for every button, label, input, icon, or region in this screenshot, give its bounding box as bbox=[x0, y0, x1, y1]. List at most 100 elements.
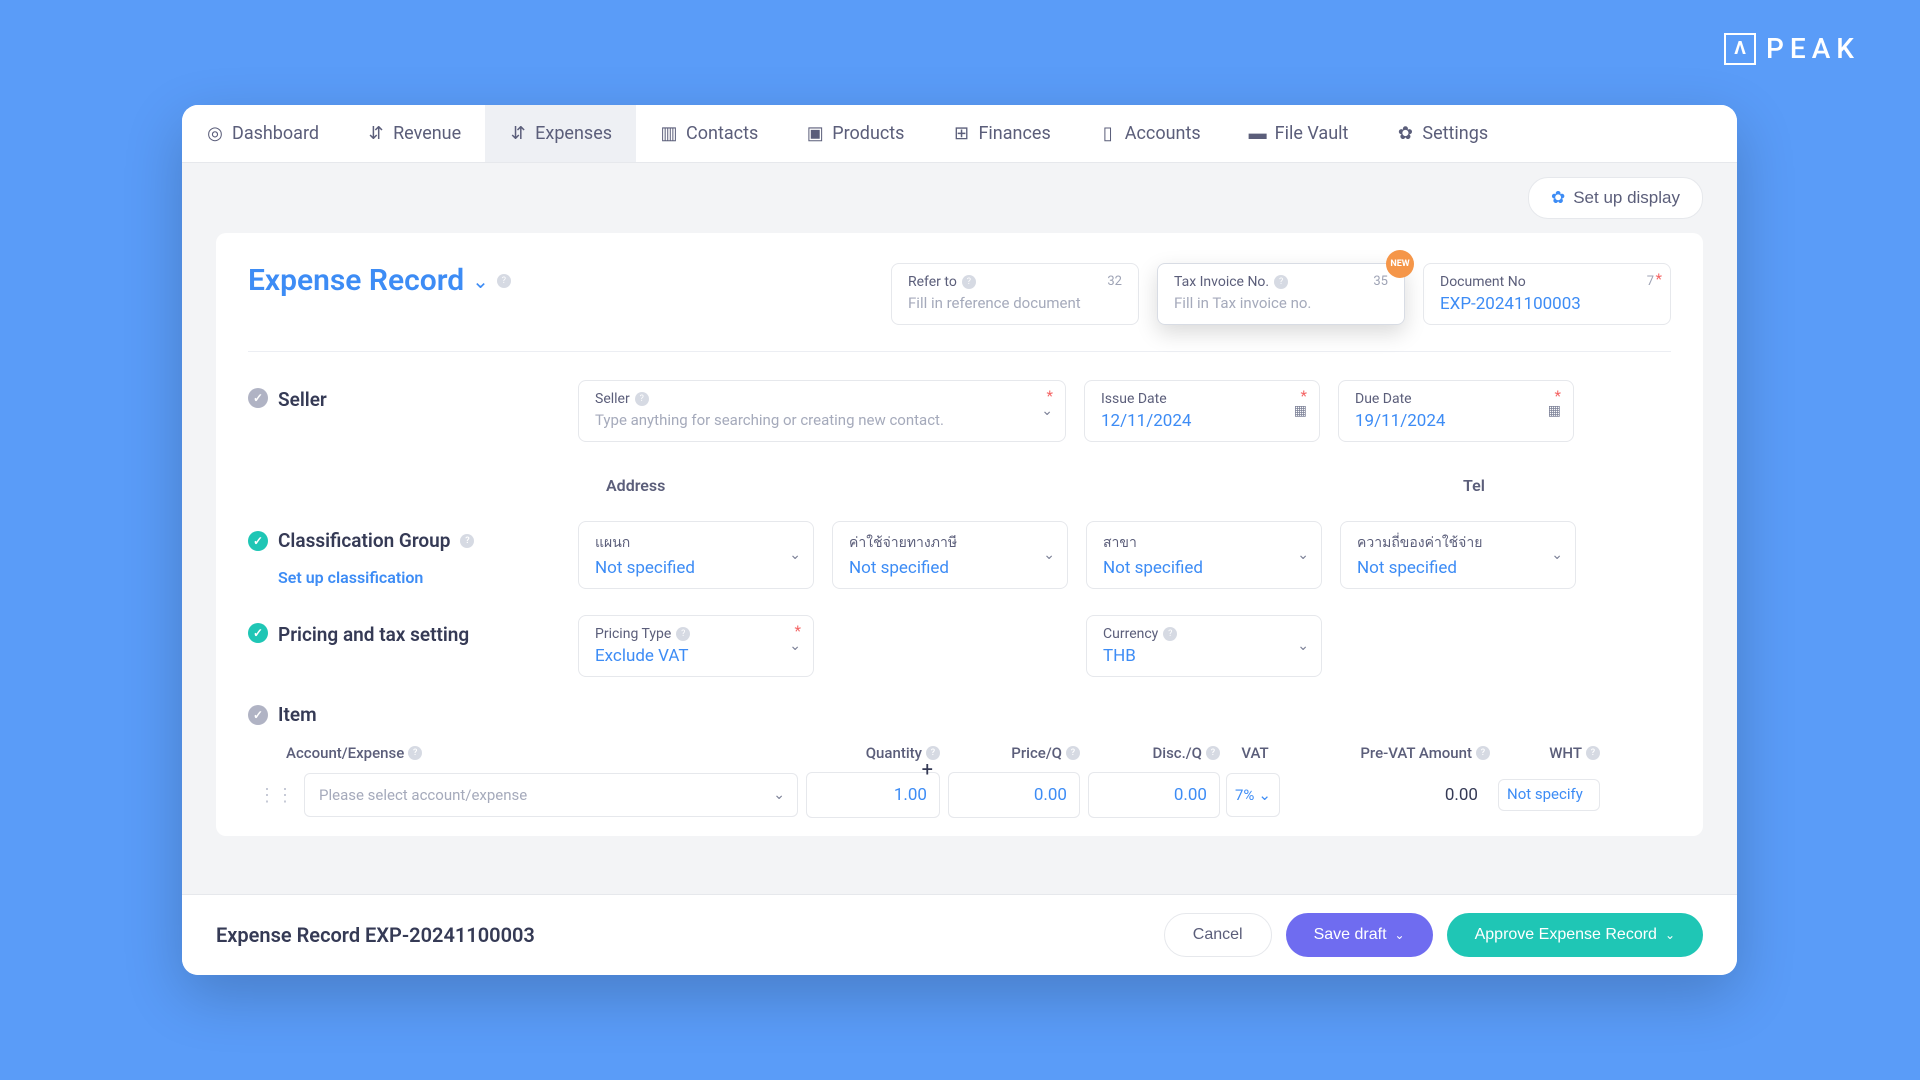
classification-field-0[interactable]: แผนก Not specified ⌄ bbox=[578, 521, 814, 589]
nav-products[interactable]: ▣ Products bbox=[782, 105, 928, 162]
refer-to-box[interactable]: Refer to? 32 Fill in reference document bbox=[891, 263, 1139, 325]
footer-bar: Expense Record EXP-20241100003 Cancel Sa… bbox=[182, 894, 1737, 975]
chevron-down-icon[interactable]: ⌄ bbox=[789, 547, 801, 563]
nav-settings[interactable]: ✿ Settings bbox=[1372, 105, 1512, 162]
setup-display-button[interactable]: ✿ Set up display bbox=[1528, 177, 1703, 219]
expense-card: Expense Record ⌄ ? Refer to? 32 Fill in … bbox=[216, 233, 1703, 836]
toolbar: ✿ Set up display bbox=[182, 163, 1737, 233]
issue-date-field[interactable]: * Issue Date 12/11/2024 ▦ bbox=[1084, 380, 1320, 442]
pricing-section-label: Pricing and tax setting bbox=[278, 623, 469, 646]
field-value: Not specified bbox=[1103, 558, 1305, 578]
pricing-type-field[interactable]: * Pricing Type? Exclude VAT ⌄ bbox=[578, 615, 814, 677]
chevron-down-icon: ⌄ bbox=[773, 787, 785, 803]
calendar-icon[interactable]: ▦ bbox=[1548, 403, 1561, 419]
chevron-down-icon: ⌄ bbox=[1258, 786, 1271, 804]
gauge-icon: ◎ bbox=[206, 125, 224, 143]
seller-field[interactable]: * Seller? Type anything for searching or… bbox=[578, 380, 1066, 442]
setup-display-label: Set up display bbox=[1573, 188, 1680, 208]
th-label: Account/Expense bbox=[286, 744, 404, 762]
check-icon: ✓ bbox=[248, 388, 268, 408]
tax-invoice-box[interactable]: NEW Tax Invoice No.? 35 Fill in Tax invo… bbox=[1157, 263, 1405, 325]
chevron-down-icon: ⌄ bbox=[1395, 928, 1405, 942]
due-date-field[interactable]: * Due Date 19/11/2024 ▦ bbox=[1338, 380, 1574, 442]
nav-revenue[interactable]: ⇵Revenue bbox=[343, 105, 485, 162]
th-label: Price/Q bbox=[1011, 744, 1062, 762]
th-label: Quantity bbox=[866, 744, 922, 762]
setup-classification-link[interactable]: Set up classification bbox=[278, 568, 423, 587]
docno-value: EXP-20241100003 bbox=[1440, 294, 1654, 314]
nav-label: Finances bbox=[978, 123, 1050, 144]
check-icon: ✓ bbox=[248, 531, 268, 551]
docno-label: Document No bbox=[1440, 274, 1526, 290]
help-icon: ? bbox=[1206, 746, 1220, 760]
brand-icon: Λ bbox=[1724, 33, 1756, 65]
price-input[interactable]: 0.00 bbox=[948, 772, 1080, 818]
account-select[interactable]: Please select account/expense⌄ bbox=[304, 773, 798, 817]
approve-button[interactable]: Approve Expense Record⌄ bbox=[1447, 913, 1703, 957]
address-label: Address bbox=[592, 468, 1066, 495]
th-label: Disc./Q bbox=[1152, 744, 1202, 762]
content-area: Expense Record ⌄ ? Refer to? 32 Fill in … bbox=[182, 233, 1737, 894]
chevron-down-icon[interactable]: ⌄ bbox=[1297, 547, 1309, 563]
nav-label: Settings bbox=[1422, 123, 1488, 144]
nav-label: Expenses bbox=[535, 123, 612, 144]
field-value: Not specified bbox=[1357, 558, 1559, 578]
help-icon[interactable]: ? bbox=[497, 274, 511, 288]
issue-date-value: 12/11/2024 bbox=[1101, 411, 1303, 431]
nav-expenses[interactable]: ⇵Expenses bbox=[485, 105, 636, 162]
item-row: ⋮⋮ Please select account/expense⌄ +1.00 … bbox=[248, 772, 1671, 818]
classification-field-3[interactable]: ความถี่ของค่าใช้จ่าย Not specified ⌄ bbox=[1340, 521, 1576, 589]
tax-invoice-label: Tax Invoice No. bbox=[1174, 274, 1269, 290]
plus-icon[interactable]: + bbox=[922, 757, 933, 781]
classification-field-1[interactable]: ค่าใช้จ่ายทางภาษี Not specified ⌄ bbox=[832, 521, 1068, 589]
check-icon: ✓ bbox=[248, 623, 268, 643]
required-star: * bbox=[1656, 270, 1662, 288]
nav-file-vault[interactable]: ▬File Vault bbox=[1225, 105, 1373, 162]
help-icon: ? bbox=[1476, 746, 1490, 760]
field-label: Pricing Type bbox=[595, 626, 671, 642]
due-date-value: 19/11/2024 bbox=[1355, 411, 1557, 431]
nav-dashboard[interactable]: ◎ Dashboard bbox=[182, 105, 343, 162]
vat-select[interactable]: 7%⌄ bbox=[1226, 773, 1280, 817]
help-icon: ? bbox=[962, 275, 976, 289]
book-icon: ▯ bbox=[1099, 125, 1117, 143]
save-draft-button[interactable]: Save draft⌄ bbox=[1286, 913, 1433, 957]
quantity-input[interactable]: +1.00 bbox=[806, 772, 940, 818]
item-section-label: Item bbox=[278, 703, 317, 726]
cancel-button[interactable]: Cancel bbox=[1164, 913, 1272, 957]
chevron-down-icon: ⌄ bbox=[1665, 928, 1675, 942]
document-no-box[interactable]: * Document No 7 EXP-20241100003 bbox=[1423, 263, 1671, 325]
classification-section-label: Classification Group bbox=[278, 529, 450, 552]
nav-accounts[interactable]: ▯Accounts bbox=[1075, 105, 1225, 162]
nav-label: Dashboard bbox=[232, 123, 319, 144]
drag-handle-icon[interactable]: ⋮⋮ bbox=[248, 785, 304, 806]
field-label: แผนก bbox=[595, 532, 630, 554]
box-icon: ▣ bbox=[806, 125, 824, 143]
chevron-down-icon[interactable]: ⌄ bbox=[1043, 547, 1055, 563]
main-navbar: ◎Dashboard ⇵Revenue ⇵Expenses ▥Contacts … bbox=[182, 105, 1737, 163]
chevron-down-icon[interactable]: ⌄ bbox=[1041, 403, 1053, 419]
currency-field[interactable]: Currency? THB ⌄ bbox=[1086, 615, 1322, 677]
items-table-header: Account/Expense? Quantity? Price/Q? Disc… bbox=[248, 744, 1671, 772]
calendar-icon[interactable]: ▦ bbox=[1294, 403, 1307, 419]
qty-value: 1.00 bbox=[894, 785, 927, 805]
discount-input[interactable]: 0.00 bbox=[1088, 772, 1220, 818]
field-label: Currency bbox=[1103, 626, 1158, 642]
brand-logo: Λ PEAK bbox=[1724, 32, 1860, 65]
nav-label: File Vault bbox=[1275, 123, 1349, 144]
page-title-wrap[interactable]: Expense Record ⌄ ? bbox=[248, 263, 511, 298]
nav-contacts[interactable]: ▥Contacts bbox=[636, 105, 782, 162]
th-label: Pre-VAT Amount bbox=[1360, 744, 1472, 762]
chevron-down-icon[interactable]: ⌄ bbox=[789, 638, 801, 654]
help-icon: ? bbox=[1163, 627, 1177, 641]
chevron-down-icon[interactable]: ⌄ bbox=[1551, 547, 1563, 563]
field-label: ความถี่ของค่าใช้จ่าย bbox=[1357, 532, 1482, 554]
gear-icon: ✿ bbox=[1396, 125, 1414, 143]
classification-field-2[interactable]: สาขา Not specified ⌄ bbox=[1086, 521, 1322, 589]
help-icon[interactable]: ? bbox=[460, 534, 474, 548]
nav-label: Products bbox=[832, 123, 904, 144]
divider bbox=[248, 351, 1671, 352]
wht-select[interactable]: Not specify bbox=[1498, 779, 1600, 810]
chevron-down-icon[interactable]: ⌄ bbox=[1297, 638, 1309, 654]
nav-finances[interactable]: ⊞Finances bbox=[928, 105, 1074, 162]
